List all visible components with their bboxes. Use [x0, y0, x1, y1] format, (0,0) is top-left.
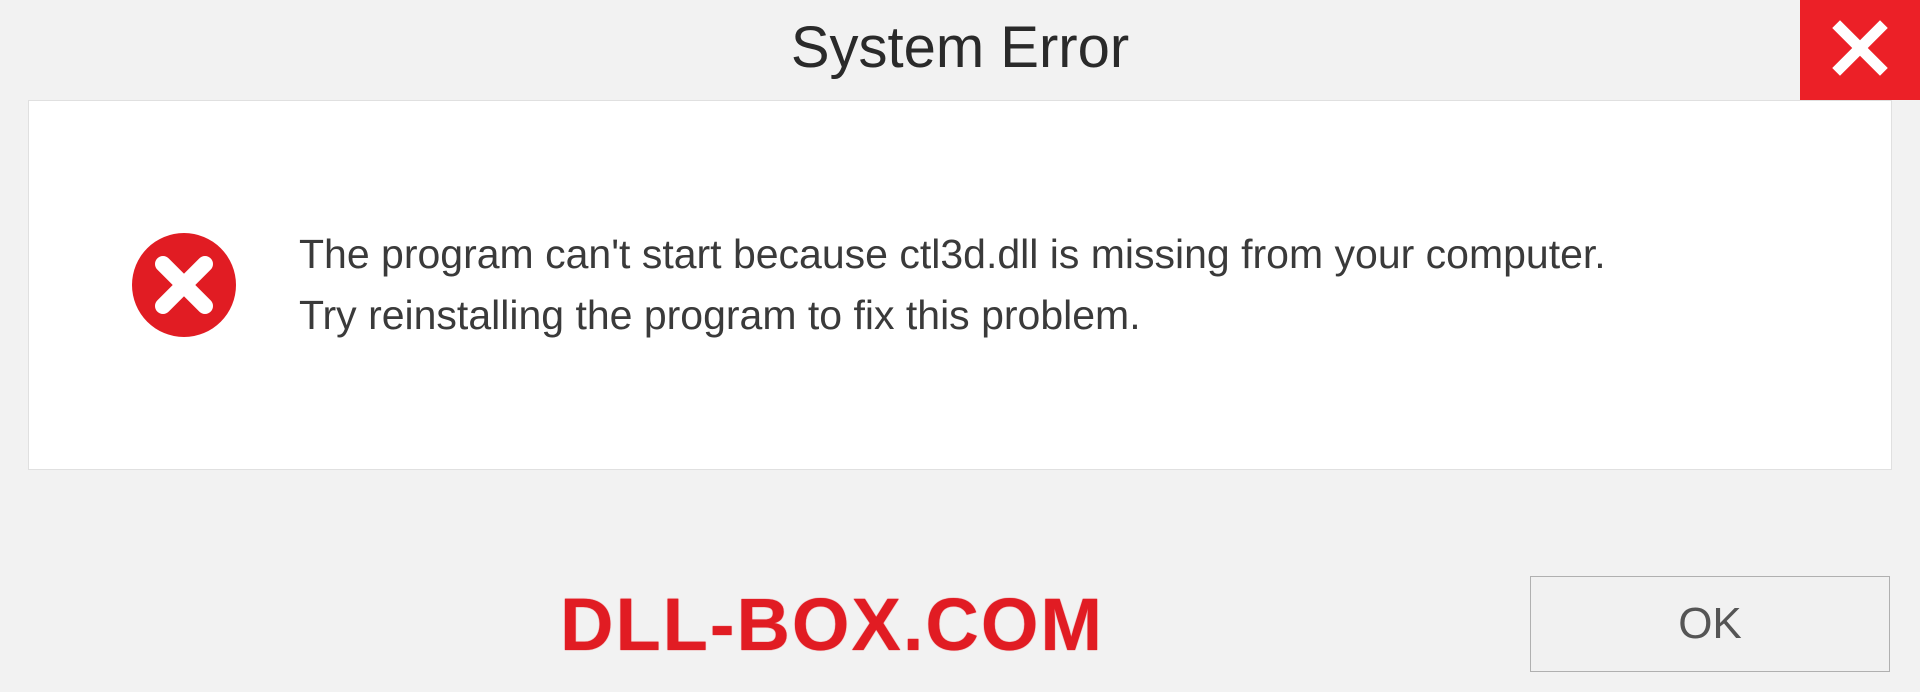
- error-message-line2: Try reinstalling the program to fix this…: [299, 285, 1606, 347]
- ok-button[interactable]: OK: [1530, 576, 1890, 672]
- titlebar: System Error: [0, 0, 1920, 100]
- watermark-text: DLL-BOX.COM: [560, 582, 1104, 667]
- content-panel: The program can't start because ctl3d.dl…: [28, 100, 1892, 470]
- error-message: The program can't start because ctl3d.dl…: [299, 224, 1606, 347]
- close-icon: [1830, 18, 1890, 83]
- footer: DLL-BOX.COM OK: [0, 576, 1920, 672]
- error-icon: [129, 230, 239, 340]
- close-button[interactable]: [1800, 0, 1920, 100]
- error-message-line1: The program can't start because ctl3d.dl…: [299, 224, 1606, 286]
- dialog-title: System Error: [791, 14, 1129, 81]
